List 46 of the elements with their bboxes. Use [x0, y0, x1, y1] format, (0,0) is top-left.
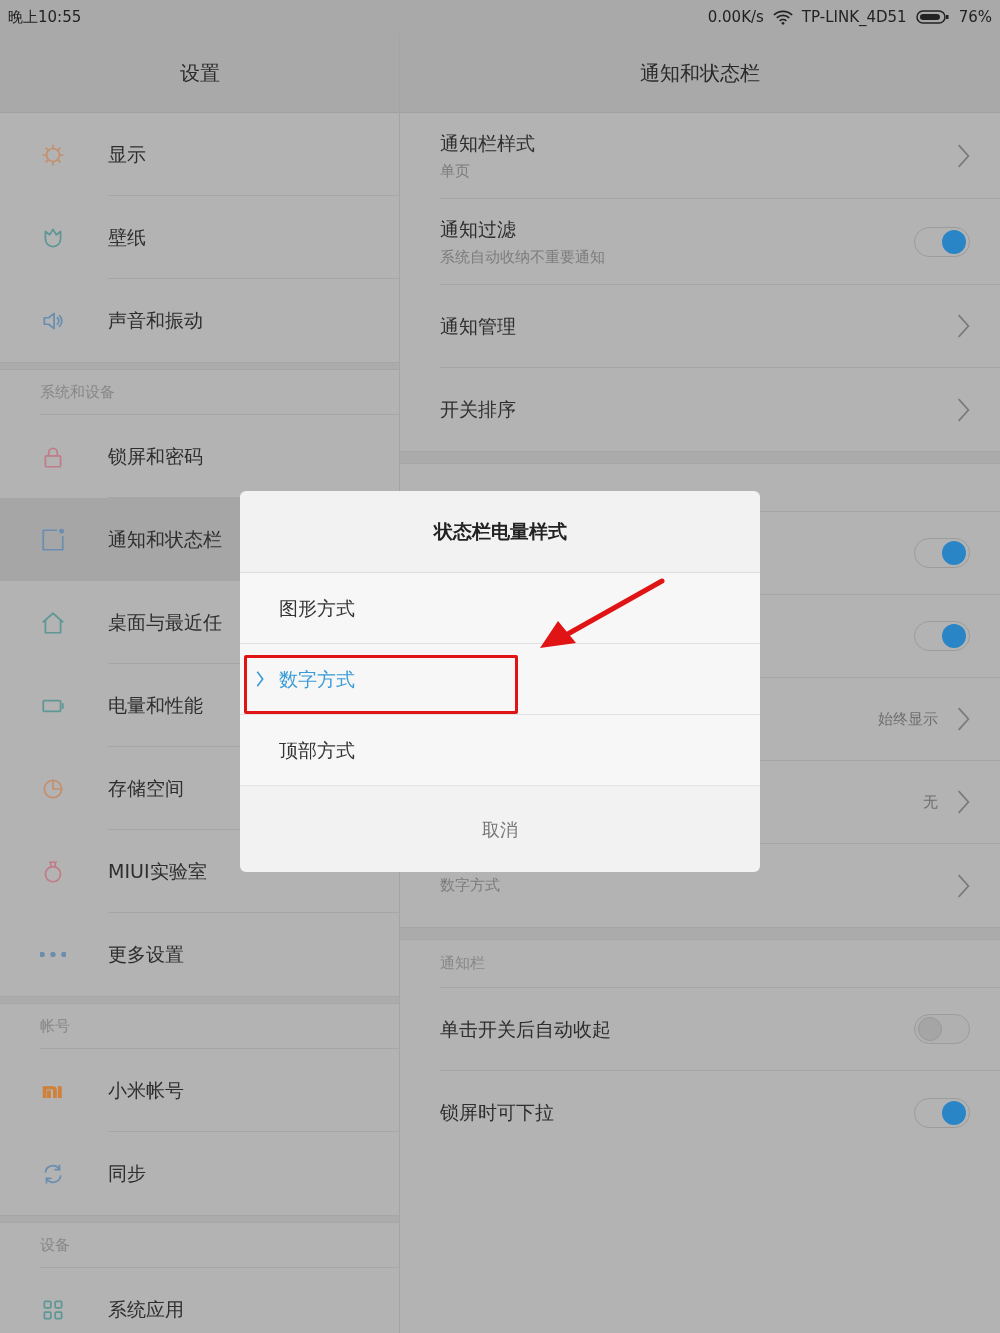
chevron-right-icon [956, 142, 970, 169]
panel-title: 设置 [179, 60, 220, 87]
toggle-switch[interactable] [914, 226, 970, 257]
battery-icon [915, 9, 950, 25]
setting-value: 始终显示 [878, 708, 938, 730]
wifi-icon [772, 9, 793, 25]
notification-icon [40, 526, 66, 553]
chevron-right-icon [956, 789, 970, 815]
dialog-title: 状态栏电量样式 [433, 519, 567, 545]
dialog-option[interactable]: 图形方式 [279, 593, 355, 623]
toggle-switch[interactable] [914, 538, 970, 568]
toggle-switch[interactable] [914, 1014, 970, 1044]
network-name: TP-LINK_4D51 [801, 6, 907, 28]
menu-label: 存储空间 [108, 775, 184, 801]
chevron-right-icon [255, 670, 265, 688]
menu-label: 同步 [108, 1161, 146, 1187]
more-icon [40, 952, 66, 957]
menu-label: 壁纸 [108, 224, 146, 250]
battery-percent: 76% [958, 6, 992, 28]
setting-title: 单击开关后自动收起 [440, 1016, 611, 1042]
menu-label: 显示 [108, 141, 146, 167]
toggle-switch[interactable] [914, 1097, 970, 1128]
menu-label: 系统应用 [108, 1297, 184, 1323]
menu-label: 锁屏和密码 [108, 443, 203, 469]
menu-label: 更多设置 [108, 942, 184, 968]
panel-title: 通知和状态栏 [640, 60, 760, 87]
setting-title: 通知过滤 [440, 217, 516, 242]
menu-label: 通知和状态栏 [108, 526, 222, 552]
cancel-button[interactable]: 取消 [466, 807, 534, 851]
chevron-right-icon [956, 313, 970, 339]
menu-label: 桌面与最近任 [108, 609, 222, 635]
menu-label: 电量和性能 [108, 692, 203, 718]
chevron-right-icon [956, 872, 970, 899]
setting-value: 无 [923, 791, 938, 813]
network-speed: 0.00K/s [707, 6, 764, 28]
setting-title: 通知管理 [440, 313, 516, 339]
toggle-switch[interactable] [914, 621, 970, 651]
chevron-right-icon [956, 396, 970, 423]
setting-title: 开关排序 [440, 397, 516, 423]
menu-label: 声音和振动 [108, 308, 203, 334]
setting-title: 通知栏样式 [440, 131, 535, 156]
menu-label: MIUI实验室 [108, 858, 207, 884]
chevron-right-icon [956, 706, 970, 732]
setting-title: 锁屏时可下拉 [440, 1100, 554, 1126]
status-time: 晚上10:55 [8, 6, 82, 28]
menu-label: 小米帐号 [108, 1077, 184, 1103]
